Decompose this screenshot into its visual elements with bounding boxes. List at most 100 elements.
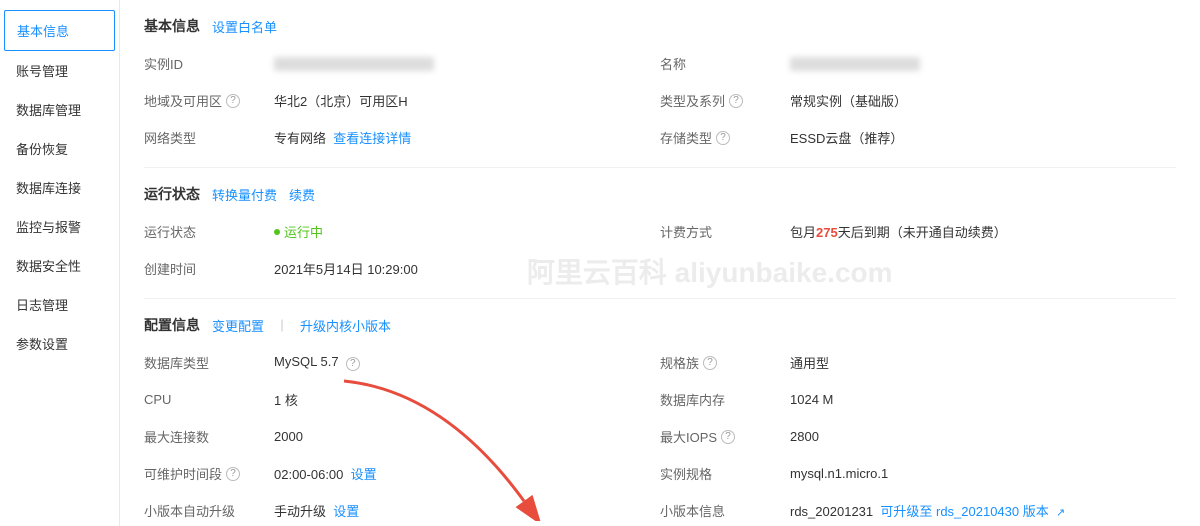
instance-id-row: 实例ID (144, 50, 660, 77)
db-memory-label: 数据库内存 (660, 390, 790, 409)
status-label: 运行状态 (144, 222, 274, 241)
basic-info-section: 基本信息 设置白名单 实例ID 名称 地域及可用区 ? 华北2（北京）可用区H (144, 0, 1176, 168)
type-label: 类型及系列 ? (660, 91, 790, 110)
billing-link[interactable]: 转换量付费 (212, 185, 277, 204)
type-help-icon[interactable]: ? (729, 94, 743, 108)
sidebar-item-backup-restore[interactable]: 备份恢复 (0, 129, 119, 168)
spec-family-row: 规格族 ? 通用型 (660, 349, 1176, 376)
minor-upgrade-link[interactable]: 设置 (333, 504, 359, 519)
minor-version-row: 小版本信息 rds_20201231 可升级至 rds_20210430 版本 … (660, 497, 1176, 524)
network-row: 网络类型 专有网络 查看连接详情 (144, 124, 660, 151)
created-value: 2021年5月14日 10:29:00 (274, 259, 660, 278)
max-iops-value: 2800 (790, 429, 1176, 444)
instance-id-value (274, 56, 660, 72)
billing-method-label: 计费方式 (660, 222, 790, 241)
instance-spec-row: 实例规格 mysql.n1.micro.1 (660, 460, 1176, 487)
sidebar-item-db-security[interactable]: 数据安全性 (0, 246, 119, 285)
storage-type-row: 存储类型 ? ESSD云盘（推荐） (660, 124, 1176, 151)
maintain-label: 可维护时间段 ? (144, 464, 274, 483)
max-conn-value: 2000 (274, 429, 660, 444)
created-row: 创建时间 2021年5月14日 10:29:00 (144, 255, 660, 282)
sidebar-item-log-mgmt[interactable]: 日志管理 (0, 285, 119, 324)
sidebar-item-db-connect[interactable]: 数据库连接 (0, 168, 119, 207)
main-content: 基本信息 设置白名单 实例ID 名称 地域及可用区 ? 华北2（北京）可用区H (120, 0, 1200, 526)
spec-family-help-icon[interactable]: ? (703, 356, 717, 370)
divider-1: ｜ (276, 317, 288, 334)
name-label: 名称 (660, 54, 790, 73)
sidebar-item-basic-info[interactable]: 基本信息 (4, 10, 115, 51)
storage-type-value: ESSD云盘（推荐） (790, 128, 1176, 147)
instance-spec-value: mysql.n1.micro.1 (790, 466, 1176, 481)
sidebar-item-param-settings[interactable]: 参数设置 (0, 324, 119, 363)
config-info-grid: 数据库类型 MySQL 5.7 ? 规格族 ? 通用型 CPU 1 核 数据库内… (144, 349, 1176, 524)
region-row: 地域及可用区 ? 华北2（北京）可用区H (144, 87, 660, 114)
cpu-value: 1 核 (274, 390, 660, 409)
status-value: 运行中 (274, 222, 660, 241)
name-row: 名称 (660, 50, 1176, 77)
max-iops-row: 最大IOPS ? 2800 (660, 423, 1176, 450)
basic-info-title: 基本信息 (144, 16, 200, 36)
db-type-row: 数据库类型 MySQL 5.7 ? (144, 349, 660, 376)
sidebar: 基本信息 账号管理 数据库管理 备份恢复 数据库连接 监控与报警 数据安全性 日… (0, 0, 120, 526)
whitelist-link[interactable]: 设置白名单 (212, 17, 277, 36)
running-status-section: 运行状态 转换量付费 续费 运行状态 运行中 计费方式 包月275天后到期（未开… (144, 168, 1176, 299)
instance-spec-label: 实例规格 (660, 464, 790, 483)
maintain-link[interactable]: 设置 (351, 467, 377, 482)
db-type-label: 数据库类型 (144, 353, 274, 372)
storage-help-icon[interactable]: ? (716, 131, 730, 145)
cpu-label: CPU (144, 392, 274, 407)
region-label: 地域及可用区 ? (144, 91, 274, 110)
max-conn-row: 最大连接数 2000 (144, 423, 660, 450)
change-config-link[interactable]: 变更配置 (212, 316, 264, 335)
billing-method-value: 包月275天后到期（未开通自动续费） (790, 222, 1176, 241)
region-help-icon[interactable]: ? (226, 94, 240, 108)
network-label: 网络类型 (144, 128, 274, 147)
status-row: 运行状态 运行中 (144, 218, 660, 245)
name-value (790, 56, 1176, 72)
cpu-row: CPU 1 核 (144, 386, 660, 413)
sidebar-item-monitor[interactable]: 监控与报警 (0, 207, 119, 246)
max-conn-label: 最大连接数 (144, 427, 274, 446)
minor-upgrade-row: 小版本自动升级 手动升级 设置 (144, 497, 660, 524)
sidebar-item-db-mgmt[interactable]: 数据库管理 (0, 90, 119, 129)
maintain-value: 02:00-06:00 设置 (274, 464, 660, 483)
minor-version-label: 小版本信息 (660, 501, 790, 520)
config-info-title: 配置信息 (144, 315, 200, 335)
db-memory-value: 1024 M (790, 392, 1176, 407)
spec-family-label: 规格族 ? (660, 353, 790, 372)
sidebar-item-account-mgmt[interactable]: 账号管理 (0, 51, 119, 90)
minor-upgrade-label: 小版本自动升级 (144, 501, 274, 520)
running-status-header: 运行状态 转换量付费 续费 (144, 184, 1176, 204)
created-label: 创建时间 (144, 259, 274, 278)
instance-id-label: 实例ID (144, 54, 274, 73)
config-info-header: 配置信息 变更配置 ｜ 升级内核小版本 (144, 315, 1176, 335)
status-dot (274, 229, 280, 235)
config-info-section: 配置信息 变更配置 ｜ 升级内核小版本 数据库类型 MySQL 5.7 ? 规格… (144, 299, 1176, 526)
running-status-grid: 运行状态 运行中 计费方式 包月275天后到期（未开通自动续费） 创建时间 20… (144, 218, 1176, 282)
spec-family-value: 通用型 (790, 353, 1176, 372)
basic-info-grid: 实例ID 名称 地域及可用区 ? 华北2（北京）可用区H 类型及系列 ? (144, 50, 1176, 151)
external-link-icon[interactable]: ↗ (1056, 507, 1065, 519)
max-iops-help-icon[interactable]: ? (721, 430, 735, 444)
max-iops-label: 最大IOPS ? (660, 427, 790, 446)
upgrade-kernel-link[interactable]: 升级内核小版本 (300, 316, 391, 335)
minor-upgrade-value: 手动升级 设置 (274, 501, 660, 520)
basic-info-header: 基本信息 设置白名单 (144, 16, 1176, 36)
type-value: 常规实例（基础版） (790, 91, 1176, 110)
type-row: 类型及系列 ? 常规实例（基础版） (660, 87, 1176, 114)
db-type-help-icon[interactable]: ? (346, 357, 360, 371)
renew-link[interactable]: 续费 (289, 185, 315, 204)
db-type-value: MySQL 5.7 ? (274, 354, 660, 371)
running-status-title: 运行状态 (144, 184, 200, 204)
minor-version-value: rds_20201231 可升级至 rds_20210430 版本 ↗ (790, 501, 1176, 520)
db-memory-row: 数据库内存 1024 M (660, 386, 1176, 413)
network-value: 专有网络 查看连接详情 (274, 128, 660, 147)
network-link[interactable]: 查看连接详情 (333, 131, 411, 146)
maintain-help-icon[interactable]: ? (226, 467, 240, 481)
days-highlight: 275 (816, 225, 838, 240)
storage-type-label: 存储类型 ? (660, 128, 790, 147)
billing-method-row: 计费方式 包月275天后到期（未开通自动续费） (660, 218, 1176, 245)
maintain-row: 可维护时间段 ? 02:00-06:00 设置 (144, 460, 660, 487)
upgrade-to-link[interactable]: 可升级至 rds_20210430 版本 (880, 504, 1048, 519)
region-value: 华北2（北京）可用区H (274, 91, 660, 110)
